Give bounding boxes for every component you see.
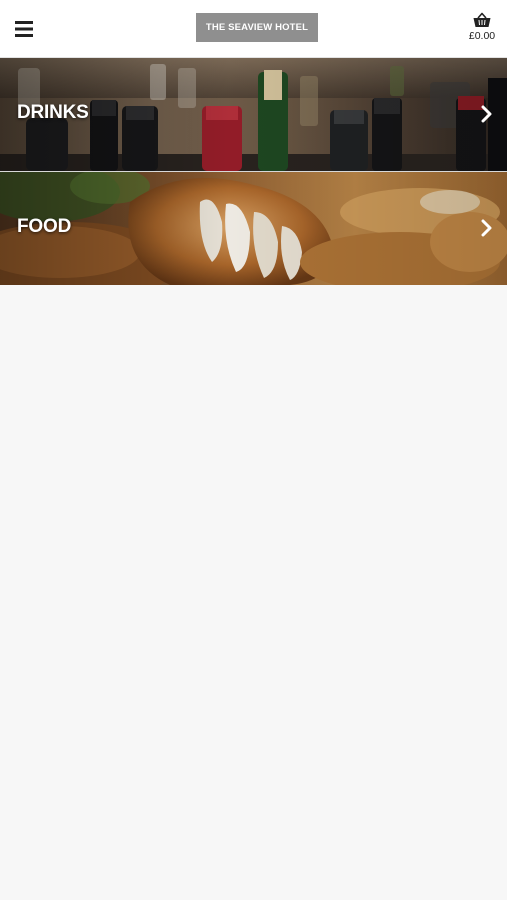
content-area	[0, 285, 507, 900]
logo-text: THE SEAVIEW HOTEL	[205, 22, 309, 33]
category-label-drinks: DRINKS	[17, 102, 89, 123]
category-label-food: FOOD	[17, 216, 72, 237]
hamburger-menu-icon[interactable]	[10, 16, 38, 42]
category-drinks[interactable]: DRINKS	[0, 58, 507, 171]
chevron-right-icon	[481, 219, 493, 242]
basket-total: £0.00	[468, 30, 496, 42]
app-header: THE SEAVIEW HOTEL £0.00	[0, 0, 507, 58]
basket-button[interactable]: £0.00	[465, 12, 499, 48]
shopping-basket-icon	[473, 12, 491, 28]
chevron-right-icon	[481, 105, 493, 128]
banner-shade	[0, 172, 507, 285]
hotel-logo[interactable]: THE SEAVIEW HOTEL	[196, 13, 318, 42]
category-food[interactable]: FOOD	[0, 172, 507, 285]
